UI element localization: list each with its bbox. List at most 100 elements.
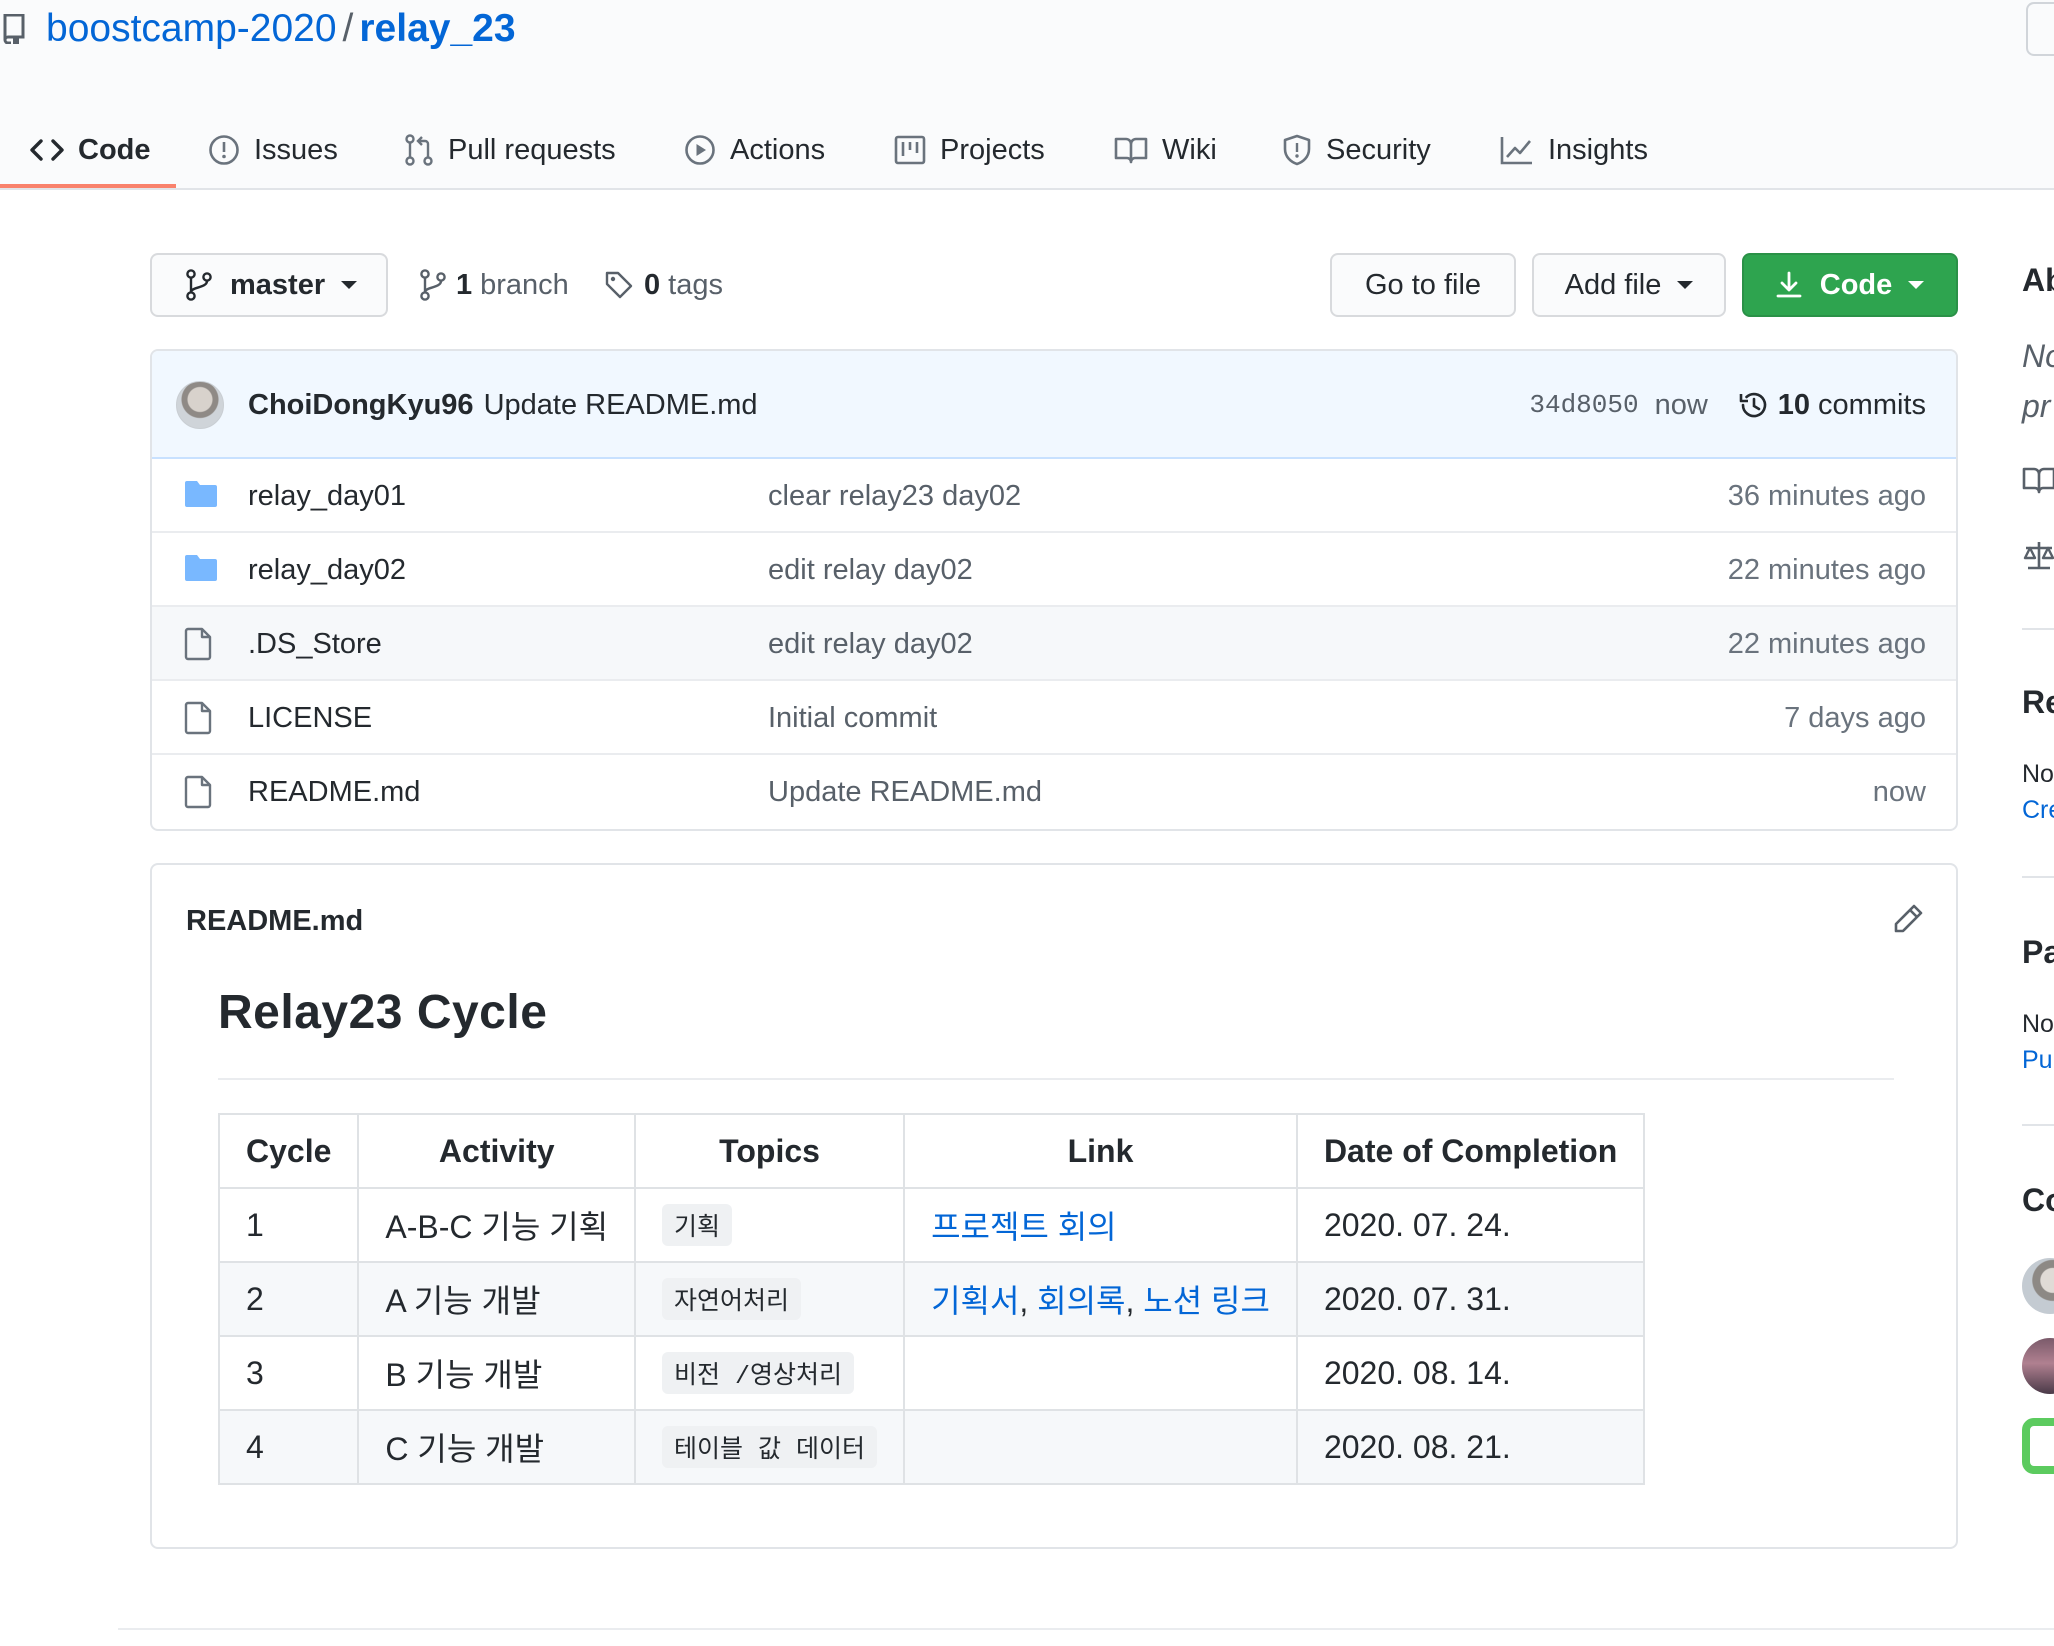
- topic-code: 자연어처리: [662, 1278, 802, 1320]
- file-commit-message[interactable]: edit relay day02: [768, 607, 973, 681]
- file-row[interactable]: relay_day02 edit relay day02 22 minutes …: [152, 533, 1956, 607]
- file-row[interactable]: relay_day01 clear relay23 day02 36 minut…: [152, 459, 1956, 533]
- tab-security[interactable]: Security: [1282, 110, 1431, 190]
- minutes-link[interactable]: 회의록: [1037, 1283, 1125, 1319]
- tab-label: Wiki: [1162, 133, 1217, 166]
- column-header: Date of Completion: [1295, 1113, 1646, 1189]
- file-name[interactable]: relay_day02: [248, 533, 406, 607]
- tab-label: Projects: [940, 133, 1045, 166]
- tag-count: 0: [644, 268, 661, 301]
- tab-wiki[interactable]: Wiki: [1114, 110, 1217, 190]
- commit-label: commits: [1818, 388, 1926, 421]
- contributor-avatar[interactable]: [2022, 1338, 2054, 1394]
- date-cell: 2020. 08. 14.: [1295, 1335, 1646, 1411]
- tab-code[interactable]: Code: [30, 110, 151, 190]
- file-commit-message[interactable]: Update README.md: [768, 755, 1042, 829]
- table-row: 3 B 기능 개발 비전 /영상처리 2020. 08. 14.: [217, 1335, 1646, 1411]
- tags-link[interactable]: 0 tags: [604, 253, 723, 317]
- tab-issues[interactable]: Issues: [208, 110, 338, 190]
- commit-sha[interactable]: 34d8050: [1529, 390, 1638, 420]
- commit-count: 10: [1777, 388, 1811, 421]
- graph-icon: [1500, 135, 1548, 165]
- avatar[interactable]: [176, 381, 224, 429]
- play-icon: [684, 134, 730, 166]
- create-release-link[interactable]: Cre: [2022, 796, 2054, 825]
- add-file-label: Add file: [1564, 268, 1662, 301]
- commit-message[interactable]: Update README.md: [484, 389, 758, 422]
- code-download-button[interactable]: Code: [1742, 253, 1958, 317]
- date-cell: 2020. 08. 21.: [1295, 1409, 1646, 1485]
- activity-cell: A-B-C 기능 기획: [357, 1187, 637, 1263]
- tab-label: Code: [78, 133, 151, 166]
- cycle-table: Cycle Activity Topics Link Date of Compl…: [217, 1113, 1646, 1485]
- cycle-cell: 4: [217, 1409, 360, 1485]
- download-icon: [1776, 271, 1820, 299]
- file-commit-age: now: [1872, 775, 1926, 808]
- selected-tab-indicator: [0, 184, 176, 188]
- about-description: No: [2022, 338, 2054, 374]
- commit-summary: ChoiDongKyu96 Update README.md: [248, 351, 758, 459]
- repo-icon: [2, 14, 26, 44]
- header-action-button[interactable]: [2026, 2, 2054, 56]
- publish-package-link[interactable]: Pul: [2022, 1046, 2054, 1075]
- file-row[interactable]: .DS_Store edit relay day02 22 minutes ag…: [152, 607, 1956, 681]
- file-name[interactable]: relay_day01: [248, 459, 406, 533]
- pencil-icon[interactable]: [1892, 903, 1924, 935]
- file-row[interactable]: README.md Update README.md now: [152, 755, 1956, 829]
- file-commit-message[interactable]: edit relay day02: [768, 533, 973, 607]
- code-icon: [30, 138, 78, 162]
- shield-icon: [1282, 134, 1326, 166]
- column-header: Cycle: [217, 1113, 360, 1189]
- file-name[interactable]: README.md: [248, 755, 420, 829]
- file-icon: [184, 627, 214, 661]
- book-icon: [2022, 466, 2054, 494]
- file-commit-message[interactable]: clear relay23 day02: [768, 459, 1021, 533]
- cycle-cell: 3: [217, 1335, 360, 1411]
- file-commit-age: 7 days ago: [1784, 701, 1926, 734]
- code-button-label: Code: [1819, 268, 1893, 301]
- topic-code: 비전 /영상처리: [662, 1352, 855, 1394]
- tab-pull-requests[interactable]: Pull requests: [404, 110, 616, 190]
- git-branch-icon: [186, 269, 212, 301]
- packages-text: No: [2022, 1010, 2054, 1038]
- owner-link[interactable]: boostcamp-2020: [46, 7, 337, 50]
- repo-link[interactable]: relay_23: [359, 7, 515, 50]
- commit-history-link[interactable]: 10 commits: [1738, 389, 1926, 422]
- branch-select-button[interactable]: master: [150, 253, 388, 317]
- file-row[interactable]: LICENSE Initial commit 7 days ago: [152, 681, 1956, 755]
- file-name[interactable]: .DS_Store: [248, 607, 382, 681]
- tab-insights[interactable]: Insights: [1500, 110, 1648, 190]
- plan-link[interactable]: 기획서: [931, 1283, 1019, 1319]
- commit-meta: 34d8050 now 10 commits: [1529, 351, 1926, 459]
- contributor-avatar[interactable]: [2022, 1258, 2054, 1314]
- latest-commit-bar: ChoiDongKyu96 Update README.md 34d8050 n…: [152, 351, 1956, 459]
- notion-link[interactable]: 노션 링크: [1143, 1283, 1270, 1319]
- activity-cell: C 기능 개발: [357, 1409, 637, 1485]
- tab-actions[interactable]: Actions: [684, 110, 825, 190]
- breadcrumb-separator: /: [342, 7, 354, 50]
- link-cell: 프로젝트 회의: [903, 1187, 1298, 1263]
- activity-cell: A 기능 개발: [357, 1261, 637, 1337]
- about-description: pr: [2022, 388, 2051, 424]
- readme-filename: README.md: [186, 905, 364, 937]
- go-to-file-button[interactable]: Go to file: [1330, 253, 1516, 317]
- tab-label: Actions: [730, 133, 826, 166]
- sidebar-divider: [2022, 1124, 2054, 1126]
- add-file-button[interactable]: Add file: [1532, 253, 1726, 317]
- table-header-row: Cycle Activity Topics Link Date of Compl…: [217, 1113, 1646, 1189]
- file-name[interactable]: LICENSE: [248, 681, 372, 755]
- contributor-avatar[interactable]: [2022, 1418, 2054, 1474]
- commit-author[interactable]: ChoiDongKyu96: [248, 389, 474, 422]
- column-header: Activity: [357, 1113, 637, 1189]
- releases-text: No: [2022, 760, 2054, 788]
- releases-heading: Re: [2022, 684, 2054, 720]
- go-to-file-label: Go to file: [1364, 268, 1482, 301]
- footer-divider: [118, 1628, 2054, 1630]
- file-commit-message[interactable]: Initial commit: [768, 681, 937, 755]
- chevron-down-icon: [1908, 281, 1925, 289]
- table-row: 1 A-B-C 기능 기획 기획 프로젝트 회의 2020. 07. 24.: [217, 1187, 1646, 1263]
- meeting-link[interactable]: 프로젝트 회의: [931, 1209, 1117, 1245]
- tab-projects[interactable]: Projects: [894, 110, 1045, 190]
- branches-link[interactable]: 1 branch: [420, 253, 569, 317]
- branch-label: branch: [480, 268, 569, 301]
